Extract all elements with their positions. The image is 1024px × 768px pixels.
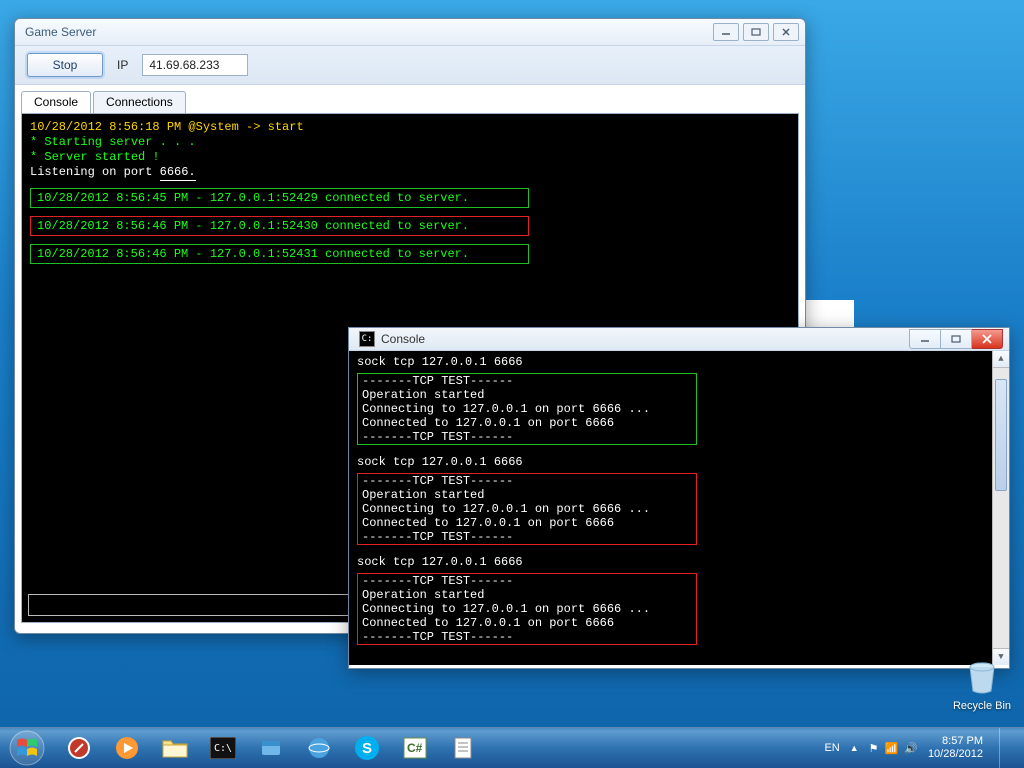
close-button[interactable] xyxy=(773,23,799,41)
minimize-button[interactable] xyxy=(909,329,941,349)
skype-icon: S xyxy=(354,735,380,761)
window-title: Console xyxy=(381,332,909,346)
recycle-bin-icon xyxy=(962,657,1002,697)
ip-field[interactable]: 41.69.68.233 xyxy=(142,54,248,76)
tab-console[interactable]: Console xyxy=(21,91,91,113)
taskbar-explorer[interactable] xyxy=(152,729,198,767)
titlebar[interactable]: Game Server xyxy=(15,19,805,46)
scroll-thumb[interactable] xyxy=(995,379,1007,491)
tcp-test-block: -------TCP TEST------ Operation started … xyxy=(357,373,697,445)
svg-text:S: S xyxy=(362,740,372,757)
svg-text:C:\: C:\ xyxy=(214,743,232,754)
taskbar-app-4[interactable] xyxy=(440,729,486,767)
flag-icon[interactable]: ⚑ xyxy=(869,742,879,755)
cmd-line: sock tcp 127.0.0.1 6666 xyxy=(357,555,1001,569)
csharp-icon: C# xyxy=(402,735,428,761)
ip-label: IP xyxy=(117,58,128,72)
folder-icon xyxy=(161,737,189,759)
taskbar-cmd[interactable]: C:\ xyxy=(200,729,246,767)
recycle-bin-label: Recycle Bin xyxy=(952,700,1012,712)
window-title: Game Server xyxy=(25,25,713,39)
taskbar: C:\ S C# EN ▲ ⚑ 📶 🔊 8:57 PM 10/28/2012 xyxy=(0,727,1024,768)
tab-connections[interactable]: Connections xyxy=(93,91,186,113)
connection-entry: 10/28/2012 8:56:46 PM - 127.0.0.1:52430 … xyxy=(30,216,529,236)
language-indicator[interactable]: EN xyxy=(824,742,839,754)
taskbar-skype[interactable]: S xyxy=(344,729,390,767)
cmd-line: sock tcp 127.0.0.1 6666 xyxy=(357,455,1001,469)
media-player-icon xyxy=(114,735,140,761)
scrollbar[interactable]: ▲ ▼ xyxy=(992,351,1009,665)
console-output: sock tcp 127.0.0.1 6666 -------TCP TEST-… xyxy=(349,351,1009,665)
taskbar-app-1[interactable] xyxy=(56,729,102,767)
close-button[interactable] xyxy=(972,329,1003,349)
console-icon: C: xyxy=(359,331,375,347)
log-line: 10/28/2012 8:56:18 PM @System -> start xyxy=(30,120,790,135)
start-button[interactable] xyxy=(0,728,54,768)
app-icon xyxy=(306,735,332,761)
toolbar: Stop IP 41.69.68.233 xyxy=(15,46,805,85)
console-window: C: Console sock tcp 127.0.0.1 6666 -----… xyxy=(348,327,1010,669)
recycle-bin[interactable]: Recycle Bin xyxy=(952,657,1012,712)
console-icon: C:\ xyxy=(210,737,236,759)
titlebar[interactable]: C: Console xyxy=(349,328,1009,351)
minimize-button[interactable] xyxy=(713,23,739,41)
volume-icon[interactable]: 🔊 xyxy=(904,742,918,755)
taskbar-media-player[interactable] xyxy=(104,729,150,767)
clock[interactable]: 8:57 PM 10/28/2012 xyxy=(928,735,983,761)
taskbar-pinned: C:\ S C# xyxy=(56,729,486,767)
cmd-line: sock tcp 127.0.0.1 6666 xyxy=(357,355,1001,369)
show-desktop-button[interactable] xyxy=(999,728,1010,768)
app-icon xyxy=(66,735,92,761)
svg-text:C#: C# xyxy=(407,741,423,755)
log-line: * Server started ! xyxy=(30,150,790,165)
tray-chevron-icon[interactable]: ▲ xyxy=(850,743,859,753)
clock-date: 10/28/2012 xyxy=(928,748,983,761)
maximize-button[interactable] xyxy=(743,23,769,41)
network-icon[interactable]: 📶 xyxy=(885,742,899,755)
connection-entry: 10/28/2012 8:56:46 PM - 127.0.0.1:52431 … xyxy=(30,244,529,264)
taskbar-app-2[interactable] xyxy=(248,729,294,767)
maximize-button[interactable] xyxy=(941,329,972,349)
tabstrip: Console Connections xyxy=(21,91,805,113)
tcp-test-block: -------TCP TEST------ Operation started … xyxy=(357,573,697,645)
log-line: * Starting server . . . xyxy=(30,135,790,150)
scroll-up-icon[interactable]: ▲ xyxy=(993,351,1009,368)
tcp-test-block: -------TCP TEST------ Operation started … xyxy=(357,473,697,545)
windows-logo-icon xyxy=(8,729,46,767)
stop-button[interactable]: Stop xyxy=(27,53,103,77)
system-tray: EN ▲ ⚑ 📶 🔊 8:57 PM 10/28/2012 xyxy=(824,728,1018,768)
port-number: 6666. xyxy=(160,165,196,181)
taskbar-csharp[interactable]: C# xyxy=(392,729,438,767)
clock-time: 8:57 PM xyxy=(928,735,983,748)
connection-entry: 10/28/2012 8:56:45 PM - 127.0.0.1:52429 … xyxy=(30,188,529,208)
app-icon xyxy=(258,735,284,761)
taskbar-app-3[interactable] xyxy=(296,729,342,767)
document-icon xyxy=(450,735,476,761)
log-line: Listening on port 6666. xyxy=(30,165,790,180)
desktop: Database Manager Game Server Stop IP 41.… xyxy=(0,0,1024,768)
